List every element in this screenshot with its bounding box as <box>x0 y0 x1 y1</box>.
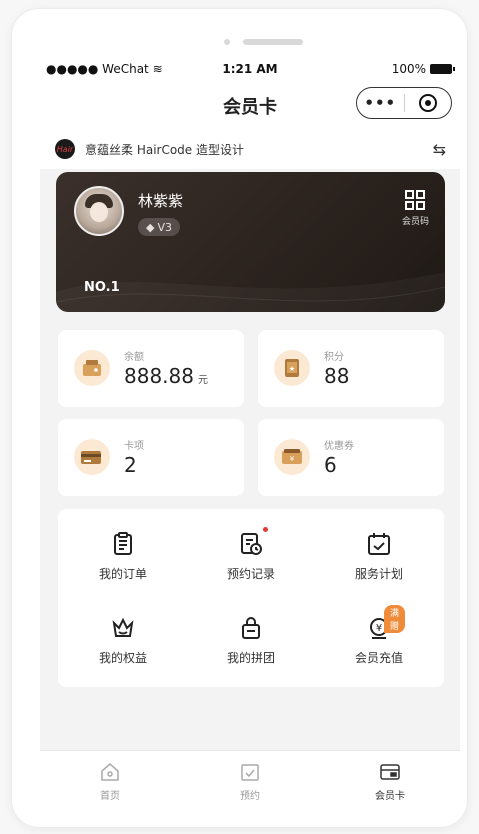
balance-tile[interactable]: 余额 888.88 元 <box>58 330 244 407</box>
coupons-tile[interactable]: ¥ 优惠券 6 <box>258 419 444 496</box>
clipboard-icon <box>110 531 136 557</box>
more-icon: ••• <box>364 94 397 112</box>
svg-text:¥: ¥ <box>376 623 382 634</box>
target-icon <box>418 94 437 112</box>
tab-member-card[interactable]: 会员卡 <box>330 761 450 802</box>
svg-text:¥: ¥ <box>290 455 295 463</box>
notification-dot <box>263 527 268 532</box>
balance-value: 888.88 元 <box>124 364 208 388</box>
menu-label-benefits: 我的权益 <box>98 651 147 665</box>
menu-label-recharge: 会员充值 <box>354 651 403 665</box>
store-name: 意蕴丝柔 HairCode 造型设计 <box>85 142 244 157</box>
tab-bar: 首页 预约 会员卡 <box>40 750 460 812</box>
menu-label-appointments: 预约记录 <box>226 567 275 581</box>
diamond-icon: ◆ <box>146 220 155 234</box>
menu-item-group-buy[interactable]: 我的拼团 <box>196 615 306 666</box>
balance-unit: 元 <box>197 375 208 386</box>
tab-home[interactable]: 首页 <box>50 761 170 802</box>
member-card-icon <box>379 761 401 783</box>
member-qr-button[interactable]: 会员码 <box>402 190 429 227</box>
points-icon: ★ <box>274 350 310 386</box>
appointment-icon <box>238 527 268 557</box>
tab-label-member-card: 会员卡 <box>375 791 405 802</box>
coupons-label: 优惠券 <box>324 441 354 452</box>
tab-label-booking: 预约 <box>240 791 260 802</box>
recharge-icon: ¥ 满赠 <box>366 605 406 641</box>
coupons-value: 6 <box>324 453 337 477</box>
switch-store-icon[interactable]: ⇆ <box>433 140 446 159</box>
store-logo: Hair <box>55 139 75 159</box>
avatar-face <box>90 202 108 222</box>
camera-dot <box>224 39 230 45</box>
status-bar: ●●●●● WeChat ≋ 1:21 AM 100% <box>40 57 460 81</box>
points-value: 88 <box>324 364 350 388</box>
card-number: NO.1 <box>84 280 120 295</box>
more-options-button[interactable]: ••• <box>357 94 404 112</box>
bag-icon <box>238 615 264 641</box>
miniprogram-capsule: ••• <box>356 87 452 119</box>
points-label: 积分 <box>324 352 344 363</box>
speaker-bar <box>243 39 303 45</box>
menu-label-service-plan: 服务计划 <box>354 567 403 581</box>
cards-value: 2 <box>124 453 137 477</box>
qr-code-icon <box>405 190 426 210</box>
svg-text:★: ★ <box>289 365 295 373</box>
home-icon <box>99 761 121 783</box>
store-header[interactable]: Hair 意蕴丝柔 HairCode 造型设计 ⇆ <box>40 129 460 169</box>
member-card[interactable]: 林紫紫 ◆ V3 会员码 NO.1 <box>56 172 445 312</box>
avatar[interactable] <box>74 186 124 236</box>
service-menu: 我的订单 预约记录 服务计划 我的权益 我的拼团 ¥ 满赠 会员充值 <box>58 509 444 687</box>
tab-booking[interactable]: 预约 <box>190 761 310 802</box>
level-text: V3 <box>157 220 172 234</box>
level-badge: ◆ V3 <box>138 218 180 236</box>
calendar-icon <box>366 531 392 557</box>
points-tile[interactable]: ★ 积分 88 <box>258 330 444 407</box>
battery-icon <box>430 64 455 74</box>
phone-screen: ●●●●● WeChat ≋ 1:21 AM 100% 会员卡 ••• Hair… <box>40 57 460 812</box>
tab-label-home: 首页 <box>100 791 120 802</box>
battery-status: 100% <box>391 62 455 76</box>
menu-item-recharge[interactable]: ¥ 满赠 会员充值 <box>324 605 434 666</box>
menu-item-appointments[interactable]: 预约记录 <box>196 527 306 582</box>
member-name: 林紫紫 <box>138 192 184 210</box>
menu-label-orders: 我的订单 <box>98 567 147 581</box>
close-miniprogram-button[interactable] <box>404 94 451 112</box>
cards-label: 卡项 <box>124 441 144 452</box>
battery-percent: 100% <box>391 62 426 76</box>
wallet-icon <box>74 350 110 386</box>
card-icon <box>74 439 110 475</box>
promo-badge: 满赠 <box>384 605 406 633</box>
menu-item-benefits[interactable]: 我的权益 <box>68 615 178 666</box>
menu-item-orders[interactable]: 我的订单 <box>68 531 178 582</box>
qr-label: 会员码 <box>401 217 429 227</box>
coupon-icon: ¥ <box>274 439 310 475</box>
balance-label: 余额 <box>124 352 144 363</box>
nav-bar: 会员卡 ••• <box>40 81 460 129</box>
crown-icon <box>110 615 136 641</box>
cards-tile[interactable]: 卡项 2 <box>58 419 244 496</box>
menu-label-group-buy: 我的拼团 <box>226 651 275 665</box>
booking-icon <box>239 761 261 783</box>
menu-item-service-plan[interactable]: 服务计划 <box>324 531 434 582</box>
